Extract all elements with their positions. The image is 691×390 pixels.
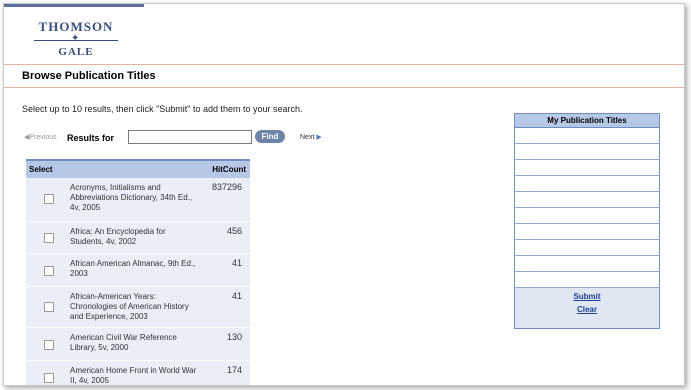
logo-line2: GALE (58, 46, 94, 58)
next-link[interactable]: Next ▶ (300, 133, 322, 141)
row-title: American Home Front in World War II, 4v,… (70, 366, 197, 385)
title-slot (514, 272, 660, 288)
results-table: Select HitCount Acronyms, Initialisms an… (26, 159, 250, 385)
row-checkbox[interactable] (44, 302, 54, 312)
page-title: Browse Publication Titles (22, 70, 156, 82)
table-row: Africa: An Encyclopedia for Students, 4v… (26, 222, 250, 254)
star-icon: ✦ (71, 33, 80, 44)
row-checkbox[interactable] (44, 373, 54, 383)
row-checkbox[interactable] (44, 233, 54, 243)
browser-window: THOMSON ✦ GALE Browse Publication Titles… (3, 3, 685, 386)
title-slot (514, 208, 660, 224)
header-hitcount: HitCount (212, 165, 246, 174)
row-hitcount: 130 (226, 332, 242, 342)
find-button[interactable]: Find (255, 130, 285, 143)
panel-actions: Submit Clear (514, 288, 660, 329)
submit-link[interactable]: Submit (515, 288, 659, 301)
panel-title: My Publication Titles (514, 113, 660, 128)
table-row: African American Almanac, 9th Ed., 2003 … (26, 254, 250, 287)
title-slot (514, 192, 660, 208)
next-label: Next (300, 134, 315, 141)
table-header: Select HitCount (26, 159, 250, 178)
row-title: American Civil War Reference Library, 5v… (70, 333, 177, 352)
table-row: Acronyms, Initialisms and Abbreviations … (26, 178, 250, 222)
top-accent-bar (4, 4, 144, 7)
clear-link[interactable]: Clear (515, 301, 659, 314)
logo-rule: ✦ (34, 33, 118, 45)
row-checkbox[interactable] (44, 266, 54, 276)
row-title: African-American Years: Chronologies of … (70, 292, 189, 321)
results-for-input[interactable] (128, 130, 252, 144)
table-row: African-American Years: Chronologies of … (26, 287, 250, 328)
row-hitcount: 456 (226, 226, 242, 236)
header-divider (4, 64, 684, 65)
title-slot (514, 240, 660, 256)
title-slot (514, 144, 660, 160)
row-hitcount: 174 (226, 365, 242, 375)
right-arrow-icon: ▶ (316, 134, 322, 141)
title-slot (514, 176, 660, 192)
row-checkbox[interactable] (44, 194, 54, 204)
row-title: Africa: An Encyclopedia for Students, 4v… (70, 227, 166, 246)
table-row: American Civil War Reference Library, 5v… (26, 328, 250, 361)
row-title: African American Almanac, 9th Ed., 2003 (70, 259, 196, 278)
row-checkbox[interactable] (44, 340, 54, 350)
results-for-label: Results for (67, 133, 115, 143)
row-hitcount: 837296 (211, 182, 242, 192)
previous-link[interactable]: ◀Previous (24, 133, 57, 141)
title-slot (514, 128, 660, 144)
previous-label: Previous (29, 134, 57, 141)
row-title: Acronyms, Initialisms and Abbreviations … (70, 183, 193, 212)
my-publication-titles-panel: My Publication Titles Submit Clear (514, 113, 660, 329)
instructions-text: Select up to 10 results, then click "Sub… (22, 104, 303, 114)
title-divider (4, 87, 684, 88)
table-row: American Home Front in World War II, 4v,… (26, 361, 250, 385)
header-select: Select (29, 165, 53, 174)
thomson-gale-logo: THOMSON ✦ GALE (26, 19, 126, 58)
title-slot (514, 224, 660, 240)
row-hitcount: 41 (231, 258, 242, 268)
title-slot (514, 160, 660, 176)
row-hitcount: 41 (231, 291, 242, 301)
title-slot (514, 256, 660, 272)
